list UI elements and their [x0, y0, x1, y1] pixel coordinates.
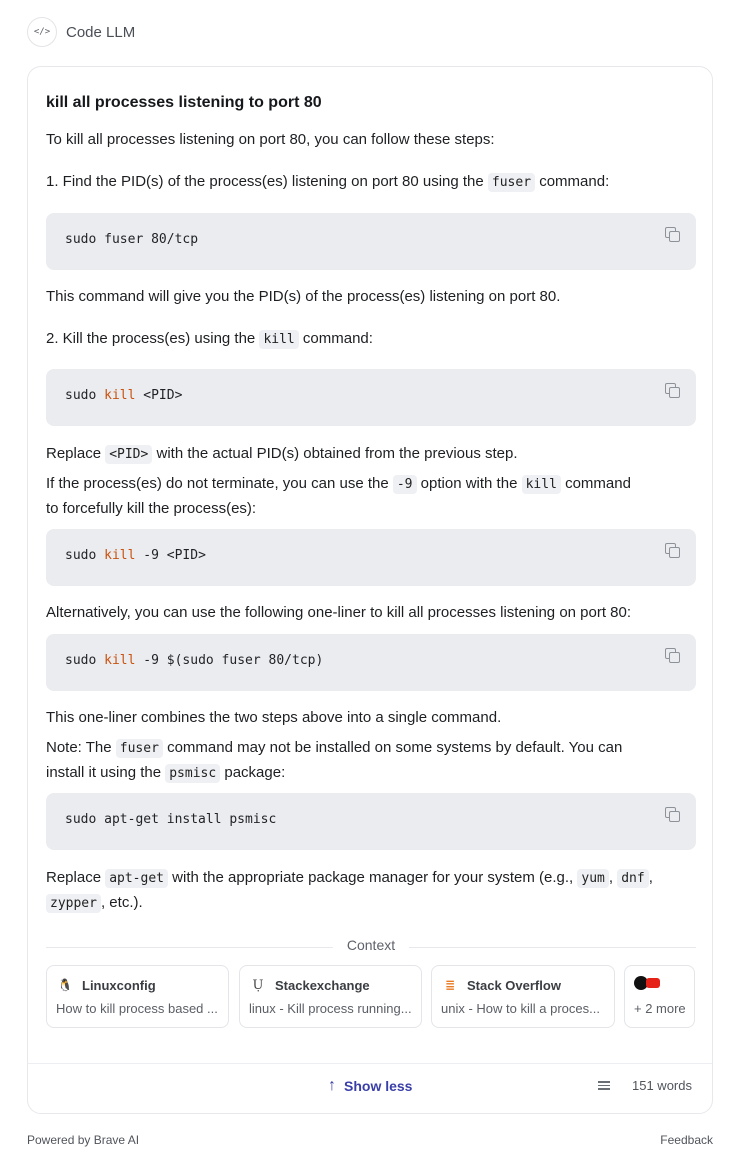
- copy-icon[interactable]: [664, 226, 682, 244]
- copy-icon[interactable]: [664, 542, 682, 560]
- code-line[interactable]: sudo kill -9 <PID>: [65, 548, 206, 563]
- copy-icon[interactable]: [664, 806, 682, 824]
- tux-penguin-icon: 🐧: [57, 978, 73, 992]
- inline-code: psmisc: [165, 764, 221, 783]
- code-line[interactable]: sudo kill -9 $(sudo fuser 80/tcp): [65, 653, 323, 668]
- copy-icon[interactable]: [664, 647, 682, 665]
- step2-text: 2. Kill the process(es) using the kill c…: [46, 330, 373, 349]
- show-less-button[interactable]: ↑ Show less: [328, 1077, 412, 1095]
- app-title: Code LLM: [66, 23, 136, 41]
- question-title: kill all processes listening to port 80: [46, 94, 322, 111]
- code-line[interactable]: sudo apt-get install psmisc: [65, 812, 276, 827]
- code-block-1: sudo fuser 80/tcp: [46, 213, 696, 270]
- youtube-icon: [646, 978, 660, 988]
- feedback-link[interactable]: Feedback: [660, 1133, 713, 1147]
- stack-overflow-icon: ≣: [444, 978, 456, 992]
- inline-code: zypper: [46, 894, 101, 913]
- source-name: Stackexchange: [275, 977, 370, 993]
- force-text-line2: to forcefully kill the process(es):: [46, 500, 257, 517]
- inline-code: <PID>: [105, 445, 153, 464]
- source-card-linuxconfig[interactable]: 🐧 Linuxconfig How to kill process based …: [46, 965, 229, 1028]
- header: </> Code LLM: [27, 17, 135, 47]
- inline-code: -9: [392, 475, 417, 494]
- answer-card: kill all processes listening to port 80 …: [27, 66, 713, 1114]
- intro-text: To kill all processes listening on port …: [46, 131, 495, 148]
- inline-code: fuser: [115, 739, 163, 758]
- combine-text: This one-liner combines the two steps ab…: [46, 709, 502, 726]
- context-label: Context: [332, 937, 410, 953]
- menu-lines-icon[interactable]: [598, 1079, 610, 1092]
- note-text-line2: install it using the psmisc package:: [46, 764, 286, 783]
- inline-code: yum: [577, 869, 609, 888]
- step1-post: command:: [535, 173, 610, 190]
- note-text-line1: Note: The fuser command may not be insta…: [46, 739, 623, 758]
- inline-code: fuser: [487, 173, 536, 192]
- step1-text: 1. Find the PID(s) of the process(es) li…: [46, 169, 696, 195]
- copy-icon[interactable]: [664, 382, 682, 400]
- show-less-label: Show less: [344, 1078, 413, 1094]
- force-text-line1: If the process(es) do not terminate, you…: [46, 475, 631, 494]
- source-card-stackoverflow[interactable]: ≣ Stack Overflow unix - How to kill a pr…: [431, 965, 615, 1028]
- more-sources-button[interactable]: + 2 more: [624, 965, 695, 1028]
- final-text-line1: Replace apt-get with the appropriate pac…: [46, 869, 653, 888]
- source-desc: How to kill process based ...: [56, 1001, 218, 1016]
- inline-code: apt-get: [105, 869, 168, 888]
- word-count-label: 151 words: [632, 1078, 692, 1093]
- inline-code: dnf: [617, 869, 649, 888]
- source-name: Stack Overflow: [467, 977, 561, 993]
- source-desc: linux - Kill process running...: [249, 1001, 412, 1016]
- code-block-2: sudo kill <PID>: [46, 369, 696, 426]
- arrow-up-icon: ↑: [328, 1077, 336, 1094]
- powered-by: Powered by Brave AI: [27, 1133, 140, 1147]
- inline-code: kill: [259, 330, 299, 349]
- card-footer-divider: [28, 1063, 712, 1064]
- code-line[interactable]: sudo kill <PID>: [65, 388, 182, 403]
- source-name: Linuxconfig: [82, 977, 156, 993]
- alternative-text: Alternatively, you can use the following…: [46, 604, 632, 621]
- code-block-5: sudo apt-get install psmisc: [46, 793, 696, 850]
- unix-linux-stackexchange-icon: Ụ: [252, 977, 264, 993]
- after-code1-text: This command will give you the PID(s) of…: [46, 288, 561, 305]
- inline-code: kill: [521, 475, 561, 494]
- step1-pre: 1. Find the PID(s) of the process(es) li…: [46, 173, 488, 190]
- code-block-4: sudo kill -9 $(sudo fuser 80/tcp): [46, 634, 696, 691]
- source-card-stackexchange[interactable]: Ụ Stackexchange linux - Kill process run…: [239, 965, 422, 1028]
- word-count: 151 words: [598, 1078, 692, 1093]
- code-icon: </>: [27, 17, 57, 47]
- final-text-line2: zypper, etc.).: [46, 890, 696, 916]
- replace-pid-text: Replace <PID> with the actual PID(s) obt…: [46, 445, 518, 464]
- more-sources-label: + 2 more: [634, 1001, 686, 1016]
- code-line[interactable]: sudo fuser 80/tcp: [65, 232, 198, 247]
- source-desc: unix - How to kill a proces...: [441, 1001, 600, 1016]
- code-block-3: sudo kill -9 <PID>: [46, 529, 696, 586]
